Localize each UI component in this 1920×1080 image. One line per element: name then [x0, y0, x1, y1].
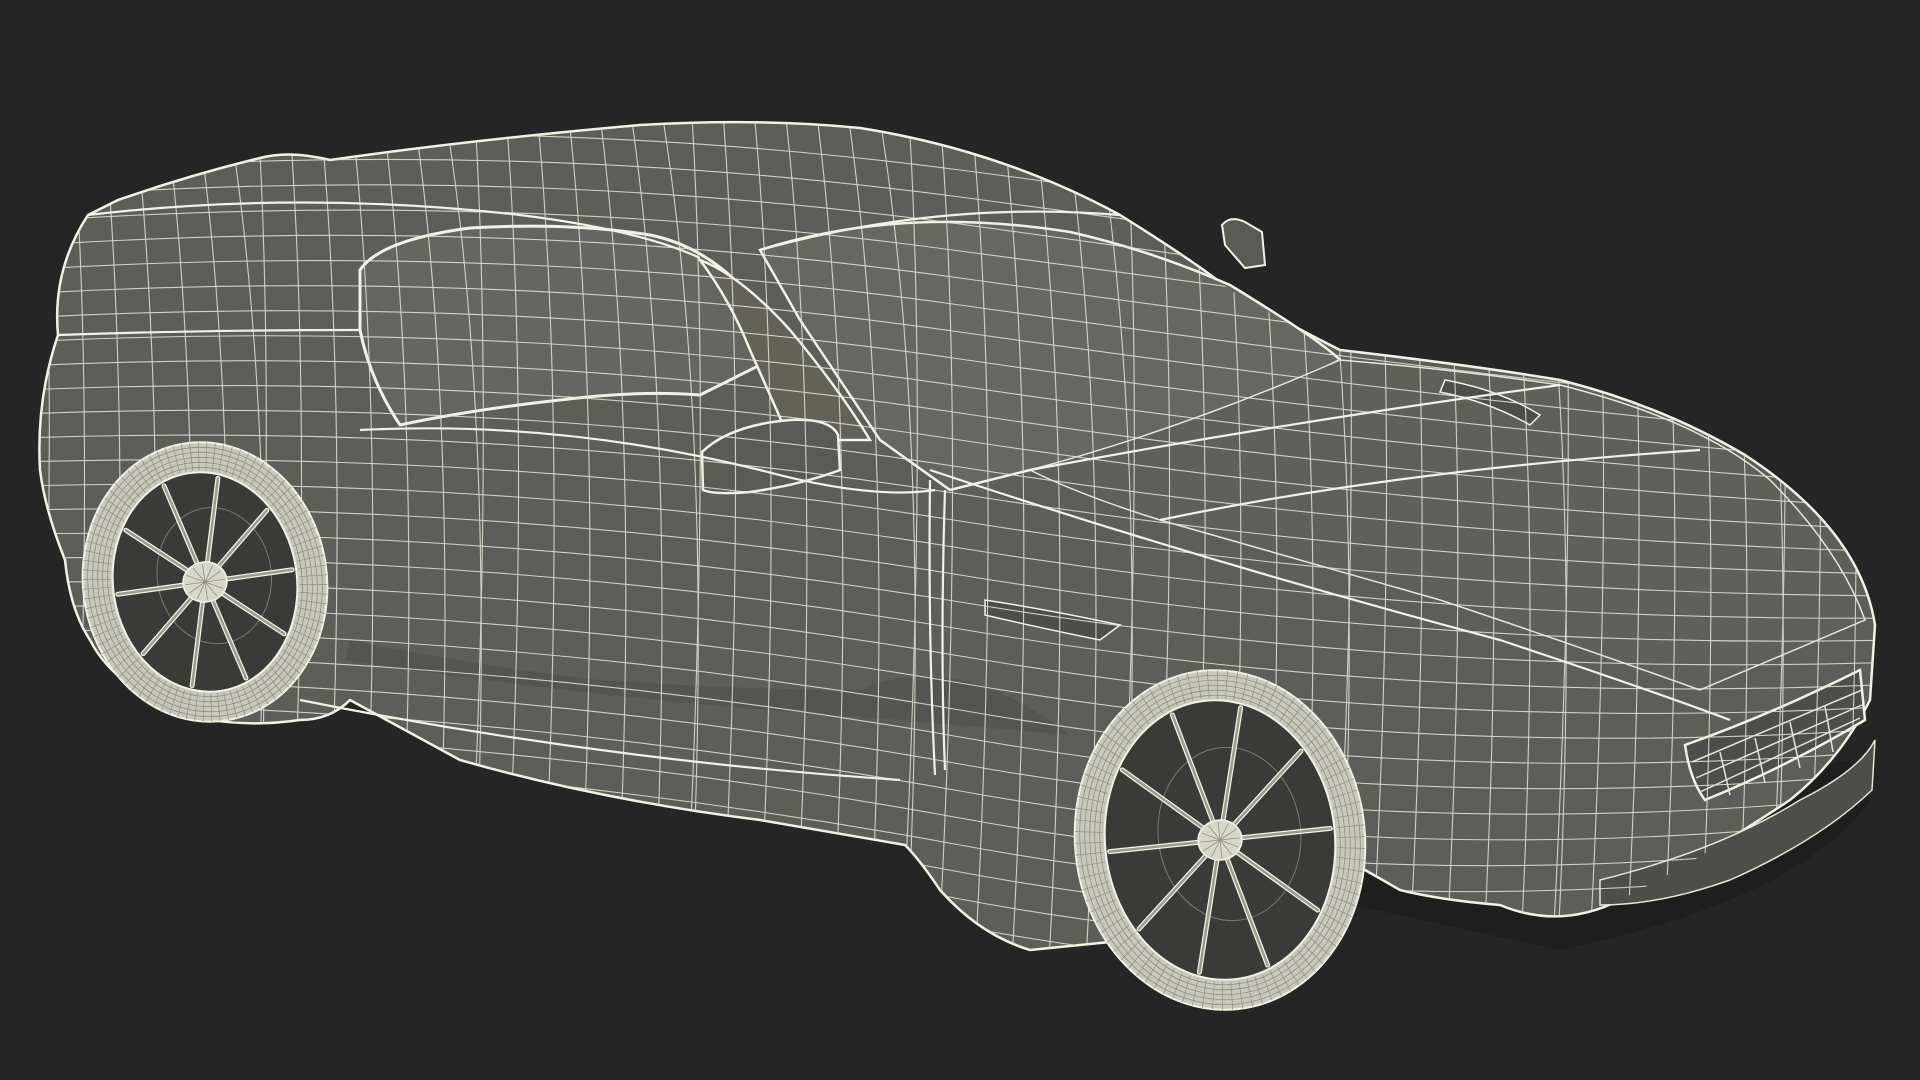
viewport [0, 0, 1920, 1080]
wireframe-car-render [0, 0, 1920, 1080]
